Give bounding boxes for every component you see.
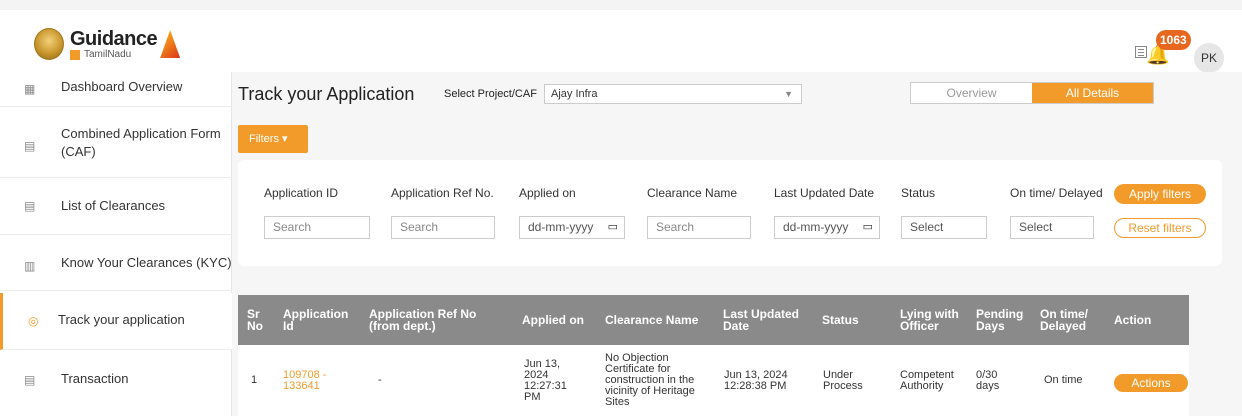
top-strip <box>0 0 1242 10</box>
sidebar-item-label: Track your application <box>58 312 185 327</box>
tab-overview[interactable]: Overview <box>911 83 1032 103</box>
status-label: Status <box>901 186 936 200</box>
logo-title: Guidance <box>70 27 158 50</box>
col-sr-no: Sr No <box>247 307 263 333</box>
app-header: Guidance TamilNadu 🔔 1063 PK <box>0 10 1242 73</box>
sidebar-item-transaction[interactable]: ▤ Transaction <box>0 350 232 416</box>
select-project-label: Select Project/CAF <box>444 88 537 100</box>
on-time-label: On time/ Delayed <box>1010 186 1103 200</box>
cell-application-id-link[interactable]: 109708 - 133641 <box>283 345 341 416</box>
filter-panel: Application ID Search Application Ref No… <box>238 160 1222 266</box>
col-last-updated: Last Updated Date <box>723 307 800 333</box>
tab-all-details[interactable]: All Details <box>1032 83 1153 103</box>
tamilnadu-emblem-icon <box>34 28 64 60</box>
avatar[interactable]: PK <box>1194 43 1224 73</box>
sidebar-item-label: Know Your Clearances (KYC) <box>61 255 232 270</box>
status-select[interactable]: Select <box>901 216 987 239</box>
document-icon: ▤ <box>24 139 36 153</box>
guidance-logo[interactable]: Guidance TamilNadu <box>34 26 181 62</box>
application-ref-input[interactable]: Search <box>391 216 495 239</box>
col-lying-with: Lying with Officer <box>900 307 959 333</box>
main-content: Track your Application Select Project/CA… <box>232 72 1242 416</box>
sidebar-item-label: Transaction <box>61 371 129 386</box>
col-pending-days: Pending Days <box>976 307 1024 333</box>
sidebar-item-caf[interactable]: ▤ Combined Application Form (CAF) <box>0 107 232 178</box>
location-pin-icon: ◎ <box>28 314 39 328</box>
col-applied-on: Applied on <box>522 313 584 327</box>
on-time-select[interactable]: Select <box>1010 216 1094 239</box>
sidebar-item-track-application[interactable]: ◎ Track your application <box>0 293 232 350</box>
last-updated-label: Last Updated Date <box>774 186 875 200</box>
sidebar-item-kyc[interactable]: ▥ Know Your Clearances (KYC) <box>0 235 232 291</box>
table-header: Sr No Application Id Application Ref No … <box>238 295 1189 345</box>
col-on-time: On time/ Delayed <box>1040 307 1089 333</box>
cell-application-ref: - <box>378 374 382 386</box>
dashboard-icon: ▦ <box>24 82 36 96</box>
application-id-input[interactable]: Search <box>264 216 370 239</box>
applied-on-label: Applied on <box>519 186 576 200</box>
transaction-icon: ▤ <box>24 373 36 387</box>
chevron-down-icon: ▼ <box>784 89 793 99</box>
col-clearance-name: Clearance Name <box>605 313 699 327</box>
view-toggle: Overview All Details <box>910 82 1154 104</box>
caret-down-icon: ▾ <box>282 133 288 145</box>
notification-badge[interactable]: 1063 <box>1156 30 1191 50</box>
cell-applied-on: Jun 13, 2024 12:27:31 PM <box>524 357 567 403</box>
cell-lying-with: Competent Authority <box>900 368 954 392</box>
project-select[interactable]: Ajay Infra ▼ <box>544 84 802 104</box>
applied-on-date-input[interactable]: dd-mm-yyyy ▭ <box>519 216 625 239</box>
cell-last-updated: Jun 13, 2024 12:28:38 PM <box>724 368 788 392</box>
col-application-ref: Application Ref No (from dept.) <box>369 307 477 333</box>
book-icon: ▥ <box>24 259 36 273</box>
logo-subtitle: TamilNadu <box>70 49 157 60</box>
reset-filters-button[interactable]: Reset filters <box>1114 218 1206 238</box>
actions-button[interactable]: Actions <box>1114 374 1188 392</box>
clearance-name-label: Clearance Name <box>647 186 738 200</box>
sidebar-item-list-of-clearances[interactable]: ▤ List of Clearances <box>0 178 232 235</box>
sidebar-item-label: Combined Application Form (CAF) <box>61 126 221 159</box>
selected-project: Ajay Infra <box>551 88 598 100</box>
page-title: Track your Application <box>238 84 415 104</box>
calendar-icon[interactable]: ▭ <box>608 217 618 238</box>
sidebar-item-label: Dashboard Overview <box>61 79 183 94</box>
flame-logo-icon <box>160 30 181 58</box>
col-application-id: Application Id <box>283 307 349 333</box>
cell-on-time: On time <box>1044 374 1083 386</box>
cell-sr-no: 1 <box>251 374 258 386</box>
last-updated-date-input[interactable]: dd-mm-yyyy ▭ <box>774 216 880 239</box>
cell-pending-days: 0/30 days <box>976 368 1000 392</box>
col-action: Action <box>1114 313 1152 327</box>
cell-clearance-name: No Objection Certificate for constructio… <box>605 352 695 408</box>
sidebar-item-label: List of Clearances <box>61 198 166 213</box>
calendar-icon[interactable]: ▭ <box>863 217 873 238</box>
cell-status: Under Process <box>823 368 863 392</box>
filters-button[interactable]: Filters ▾ <box>238 125 308 153</box>
list-icon: ▤ <box>24 199 36 213</box>
col-status: Status <box>822 313 859 327</box>
clearance-name-input[interactable]: Search <box>647 216 751 239</box>
application-id-label: Application ID <box>264 186 339 200</box>
table-row: 1 109708 - 133641 - Jun 13, 2024 12:27:3… <box>238 345 1189 416</box>
sidebar: ▦ Dashboard Overview ▤ Combined Applicat… <box>0 72 232 416</box>
sidebar-item-dashboard-overview[interactable]: ▦ Dashboard Overview <box>0 72 232 107</box>
application-ref-label: Application Ref No. <box>391 186 494 200</box>
apply-filters-button[interactable]: Apply filters <box>1114 184 1206 204</box>
